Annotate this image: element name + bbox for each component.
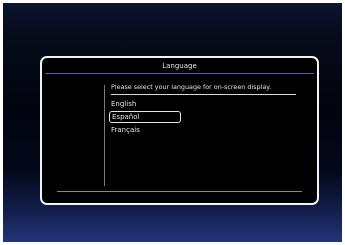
tv-screen: Language Please select your language for… xyxy=(3,3,342,242)
option-english[interactable]: English xyxy=(109,98,181,110)
prompt-underline xyxy=(111,94,296,95)
language-menu-panel: Language Please select your language for… xyxy=(40,56,319,205)
vertical-divider xyxy=(104,85,105,186)
option-francais[interactable]: Français xyxy=(109,124,181,136)
option-espanol[interactable]: Español xyxy=(109,111,181,123)
title-divider xyxy=(45,73,314,74)
menu-title: Language xyxy=(162,62,197,70)
language-prompt: Please select your language for on-scree… xyxy=(111,83,272,91)
bottom-divider xyxy=(57,191,302,192)
